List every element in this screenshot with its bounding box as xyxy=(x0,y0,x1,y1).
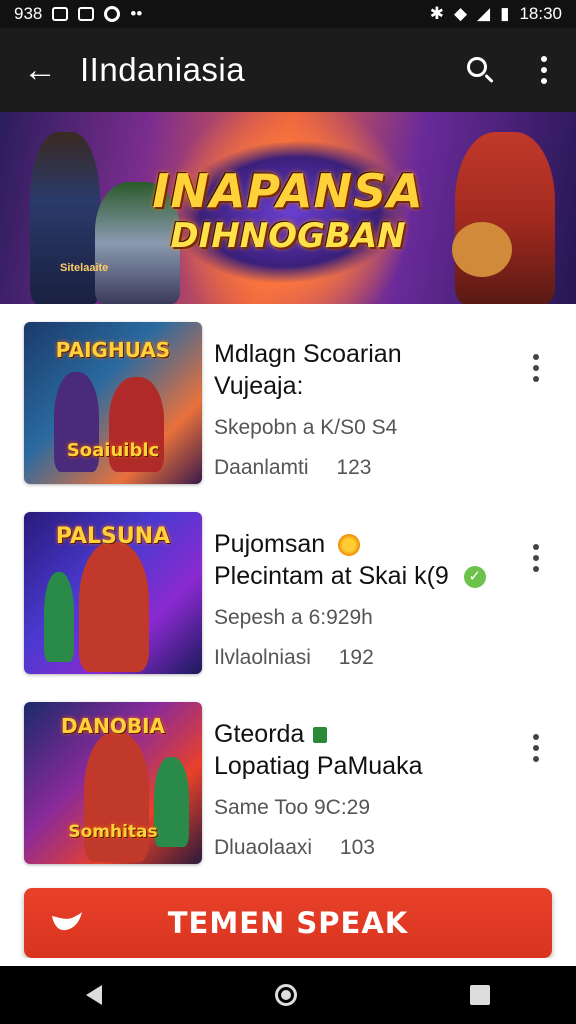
item-subtitle: Plecintam at Skai k(9 ✓ xyxy=(214,560,514,592)
item-info: Mdlagn Scoarian Vujeaja: Skepobn a K/S0 … xyxy=(214,338,514,480)
primary-action-button[interactable]: TEMEN SPEAK xyxy=(24,888,552,958)
item-count-label: Ilvlaolniasi xyxy=(214,646,311,669)
thumb-title-top: PAIGHUAS xyxy=(55,338,171,362)
search-button[interactable] xyxy=(448,28,512,112)
thumb-figure xyxy=(84,732,149,862)
thumb-title-bottom: Somhitas xyxy=(68,822,158,842)
nav-back-icon[interactable] xyxy=(86,985,103,1005)
game-thumbnail: DANOBIA Somhitas xyxy=(24,702,202,864)
game-thumbnail: PAIGHUAS Soaiuiblc xyxy=(24,322,202,484)
item-title: Gteorda xyxy=(214,718,514,750)
more-vertical-icon xyxy=(541,56,547,84)
thumb-title-top: PALSUNA xyxy=(55,524,171,549)
banner-logo-line2: DIHNOGBAN xyxy=(170,216,406,256)
thumb-title-top: DANOBIA xyxy=(61,714,165,738)
notification-circle-icon xyxy=(104,6,121,22)
item-count-value: 192 xyxy=(338,646,374,669)
banner-tag: Sitelaaite xyxy=(60,262,109,274)
list-item[interactable]: PAIGHUAS Soaiuiblc Mdlagn Scoarian Vujea… xyxy=(0,304,576,484)
game-thumbnail: PALSUNA xyxy=(24,512,202,674)
notification-box-icon xyxy=(78,7,95,21)
list-item[interactable]: DANOBIA Somhitas Gteorda Lopatiag PaMuak… xyxy=(0,684,576,864)
more-vertical-icon xyxy=(524,734,548,762)
sun-badge-icon xyxy=(338,534,361,557)
item-title: Mdlagn Scoarian xyxy=(214,340,402,368)
status-bar-left: 938 •• xyxy=(14,4,142,24)
item-count: Ilvlaolniasi 192 xyxy=(214,646,514,670)
status-bar: 938 •• ✱ ◆ ◢ ▮ 18:30 xyxy=(0,0,576,28)
item-count: Daanlamti 123 xyxy=(214,456,514,480)
status-time-left: 938 xyxy=(14,4,43,23)
search-icon xyxy=(467,57,487,77)
item-overflow-button[interactable] xyxy=(524,544,548,572)
item-count-value: 123 xyxy=(336,456,372,479)
item-subtitle-text: Plecintam at Skai k(9 xyxy=(214,562,449,590)
page-title: IIndaniasia xyxy=(80,51,246,88)
signal-icon: ◢ xyxy=(477,4,491,23)
overflow-menu-button[interactable] xyxy=(512,28,576,112)
bluetooth-icon: ✱ xyxy=(429,4,444,23)
system-nav-bar xyxy=(0,966,576,1024)
more-vertical-icon xyxy=(524,544,548,572)
bird-logo-icon xyxy=(52,912,82,931)
green-tag-icon xyxy=(313,727,328,744)
item-meta: Same Too 9C:29 xyxy=(214,796,371,819)
item-meta: Skepobn a K/S0 S4 xyxy=(214,416,398,439)
thumb-figure xyxy=(44,572,74,662)
item-info: Pujomsan Plecintam at Skai k(9 ✓ Sepesh … xyxy=(214,528,514,670)
item-count: Dluaolaaxi 103 xyxy=(214,836,514,860)
notification-n-icon xyxy=(52,7,69,21)
status-time-right: 18:30 xyxy=(519,4,562,23)
item-title: Pujomsan xyxy=(214,528,514,560)
item-subtitle: Lopatiag PaMuaka xyxy=(214,752,423,780)
back-button[interactable]: ← xyxy=(0,28,80,112)
nav-recents-icon[interactable] xyxy=(469,985,490,1005)
item-count-value: 103 xyxy=(339,836,375,859)
list-peek xyxy=(0,958,576,966)
list-item[interactable]: PALSUNA Pujomsan Plecintam at Skai k(9 ✓… xyxy=(0,494,576,674)
wifi-icon: ◆ xyxy=(453,4,468,23)
status-bar-right: ✱ ◆ ◢ ▮ 18:30 xyxy=(430,4,562,24)
thumb-title-bottom: Soaiuiblc xyxy=(66,440,160,461)
hero-banner[interactable]: INAPANSA DIHNOGBAN Sitelaaite xyxy=(0,112,576,304)
verified-check-icon: ✓ xyxy=(463,566,486,589)
item-meta: Sepesh a 6:929h xyxy=(214,606,373,629)
more-vertical-icon xyxy=(524,354,548,382)
item-overflow-button[interactable] xyxy=(524,734,548,762)
item-info: Gteorda Lopatiag PaMuaka Same Too 9C:29 … xyxy=(214,718,514,860)
item-count-label: Daanlamti xyxy=(214,456,309,479)
primary-action-label: TEMEN SPEAK xyxy=(167,906,409,940)
battery-icon: ▮ xyxy=(500,4,510,23)
arrow-left-icon: ← xyxy=(23,51,57,89)
item-title-text: Pujomsan xyxy=(214,530,326,558)
thumb-figure xyxy=(79,542,149,672)
app-bar: ← IIndaniasia xyxy=(0,28,576,112)
item-count-label: Dluaolaaxi xyxy=(214,836,313,859)
item-title-text: Gteorda xyxy=(214,720,305,748)
banner-logo-line1: INAPANSA xyxy=(152,164,424,218)
more-notifications-icon: •• xyxy=(130,4,143,23)
nav-home-icon[interactable] xyxy=(274,984,297,1006)
item-subtitle: Vujeaja: xyxy=(214,372,304,400)
item-overflow-button[interactable] xyxy=(524,354,548,382)
